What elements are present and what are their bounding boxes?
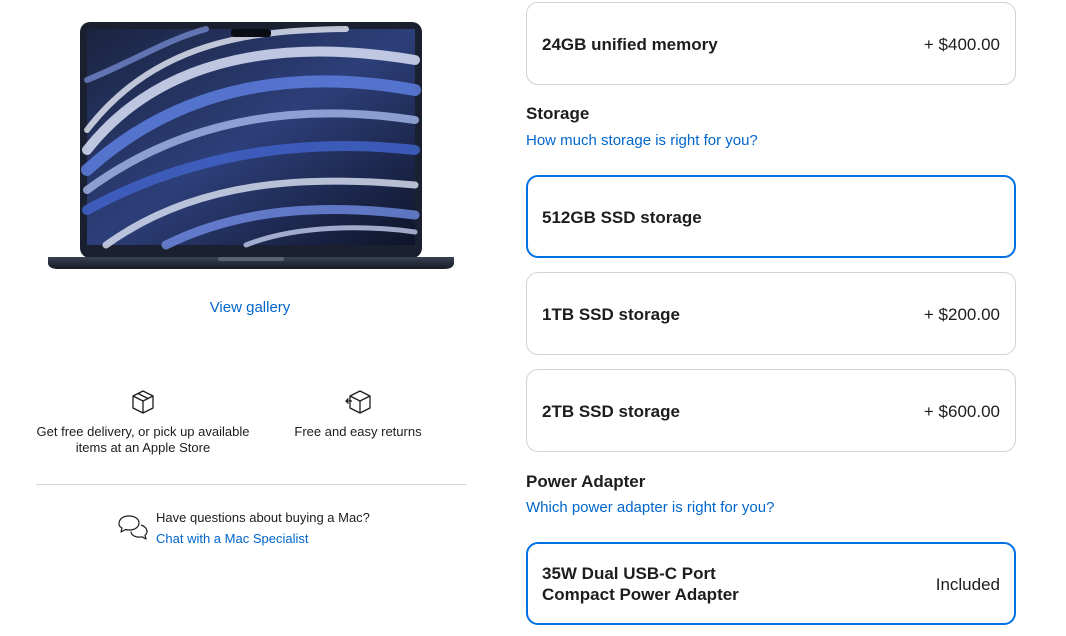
option-name: 24GB unified memory (542, 35, 718, 54)
help-question-text: Have questions about buying a Mac? (156, 510, 370, 525)
box-return-icon (345, 390, 371, 414)
free-delivery-info: Get free delivery, or pick up available … (30, 388, 256, 456)
storage-section-title: Storage (526, 104, 590, 123)
option-price: Included (935, 575, 1000, 594)
option-name: 2TB SSD storage (542, 402, 680, 421)
product-gallery-panel: View gallery Get free delivery, or pick … (0, 0, 500, 636)
power-adapter-help-link[interactable]: Which power adapter is right for you? (526, 499, 774, 516)
power-adapter-section-title: Power Adapter (526, 472, 646, 491)
option-price: + $400.00 (923, 35, 1000, 54)
power-adapter-option-35w[interactable]: 35W Dual USB-C Port Compact Power Adapte… (526, 542, 1016, 625)
option-name-line2: Compact Power Adapter (542, 585, 739, 604)
storage-option-2tb[interactable]: 2TB SSD storage + $600.00 (526, 369, 1016, 452)
chat-specialist-link[interactable]: Chat with a Mac Specialist (156, 531, 308, 546)
view-gallery-link[interactable]: View gallery (150, 299, 350, 316)
free-returns-text: Free and easy returns (294, 424, 422, 439)
option-name: 512GB SSD storage (542, 208, 702, 227)
option-name: 1TB SSD storage (542, 305, 680, 324)
free-returns-info: Free and easy returns (288, 388, 428, 440)
storage-help-link[interactable]: How much storage is right for you? (526, 132, 758, 149)
option-price: + $600.00 (923, 402, 1000, 421)
box-icon (132, 390, 154, 414)
free-delivery-text: Get free delivery, or pick up available … (36, 424, 250, 455)
divider (36, 484, 466, 485)
chat-bubbles-icon (118, 515, 148, 540)
memory-option-24gb[interactable]: 24GB unified memory + $400.00 (526, 2, 1016, 85)
storage-option-1tb[interactable]: 1TB SSD storage + $200.00 (526, 272, 1016, 355)
macbook-air-image (48, 22, 454, 269)
option-price: + $200.00 (923, 305, 1000, 324)
configuration-panel: 24GB unified memory + $400.00 Storage Ho… (526, 0, 1016, 636)
storage-option-512gb[interactable]: 512GB SSD storage (526, 175, 1016, 258)
option-name-line1: 35W Dual USB-C Port (542, 564, 716, 583)
